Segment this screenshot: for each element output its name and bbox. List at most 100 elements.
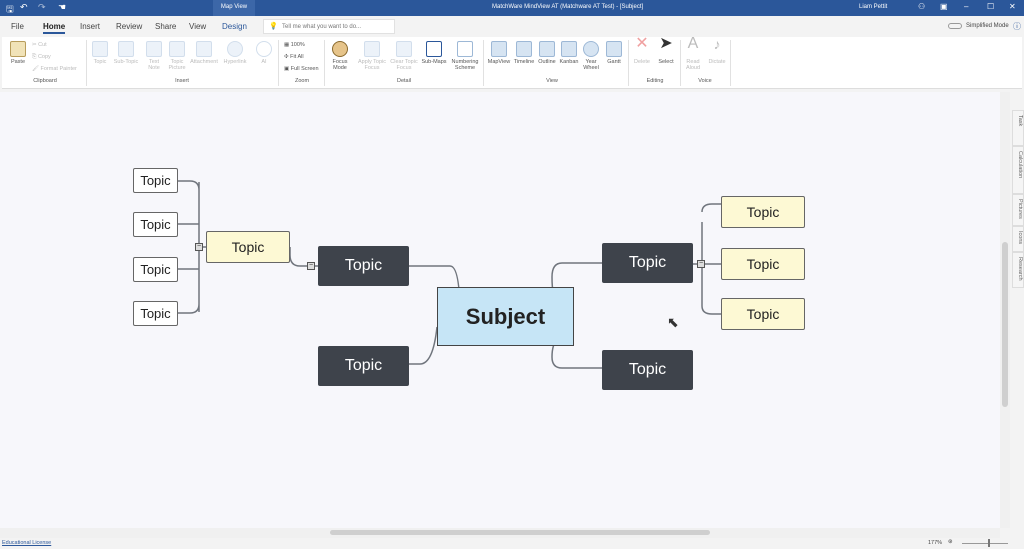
paste-button[interactable]: Paste	[8, 41, 28, 65]
redo-icon[interactable]: ↷	[38, 2, 46, 13]
tab-view[interactable]: View	[189, 22, 206, 31]
simplified-mode-label: Simplified Mode	[966, 23, 1009, 29]
dictate-button[interactable]: ♪ Dictate	[706, 36, 728, 65]
numbering-icon	[457, 41, 473, 57]
collapse-button[interactable]: −	[307, 262, 315, 270]
gantt-button[interactable]: Gantt	[603, 41, 625, 65]
group-insert: Insert	[175, 78, 189, 84]
text-note-button[interactable]: Text Note	[144, 41, 164, 71]
zoom-level: 177%	[928, 540, 943, 546]
year-wheel-button[interactable]: Year Wheel	[581, 41, 601, 71]
ribbon-display-icon[interactable]: ▣	[940, 2, 948, 11]
select-button[interactable]: ➤ Select	[655, 35, 677, 66]
license-link[interactable]: Educational License	[2, 540, 51, 546]
outline-button[interactable]: Outline	[536, 41, 558, 65]
read-aloud-button[interactable]: A Read Aloud	[682, 35, 704, 72]
group-zoom: Zoom	[294, 78, 310, 84]
globe-icon	[227, 41, 243, 57]
tab-file[interactable]: File	[11, 22, 24, 31]
delete-button[interactable]: ✕ Delete	[632, 36, 652, 66]
tab-home[interactable]: Home	[43, 22, 66, 34]
mapview-button[interactable]: MapView	[486, 41, 512, 65]
undo-icon[interactable]: ↶	[20, 2, 28, 13]
sub-maps-button[interactable]: Sub-Maps	[420, 41, 448, 65]
collapse-button[interactable]: −	[195, 243, 203, 251]
side-tab-task[interactable]: Task	[1012, 110, 1024, 146]
horizontal-scrollbar[interactable]	[0, 528, 1000, 538]
close-button[interactable]: ✕	[1009, 2, 1016, 11]
focus-mode-button[interactable]: Focus Mode	[328, 41, 352, 71]
user-name[interactable]: Liam Pettit	[859, 4, 887, 10]
attachment-button[interactable]: Attachment	[188, 41, 220, 65]
sub-topic-icon	[118, 41, 134, 57]
read-aloud-icon: A	[687, 35, 699, 52]
group-voice: Voice	[698, 78, 712, 84]
collapse-button[interactable]: −	[697, 260, 705, 268]
topic-picture-button[interactable]: Topic Picture	[167, 41, 187, 71]
subtopic[interactable]: Topic	[721, 248, 805, 280]
user-icon[interactable]: ⚇	[918, 2, 925, 11]
main-topic[interactable]: Topic	[602, 243, 693, 283]
full-screen-button[interactable]: ▣ Full Screen	[284, 66, 319, 72]
kanban-button[interactable]: Kanban	[558, 41, 580, 65]
dictate-icon: ♪	[713, 36, 721, 52]
group-view: View	[546, 78, 558, 84]
scroll-thumb[interactable]	[1002, 242, 1008, 407]
picture-icon	[169, 41, 185, 57]
timeline-button[interactable]: Timeline	[512, 41, 536, 65]
subtopic[interactable]: Topic	[206, 231, 290, 263]
tab-review[interactable]: Review	[116, 22, 142, 31]
topic-icon	[92, 41, 108, 57]
subtopic[interactable]: Topic	[721, 298, 805, 330]
side-tab-calculation[interactable]: Calculation	[1012, 146, 1024, 194]
leaf-topic[interactable]: Topic	[133, 168, 178, 193]
leaf-topic[interactable]: Topic	[133, 301, 178, 326]
tab-design[interactable]: Design	[222, 22, 247, 31]
touch-mode-icon[interactable]: ☚	[58, 2, 66, 13]
zoom-slider[interactable]	[962, 543, 1008, 544]
numbering-scheme-button[interactable]: Numbering Scheme	[449, 41, 481, 71]
hyperlink-button[interactable]: Hyperlink	[221, 41, 249, 65]
subtopic[interactable]: Topic	[721, 196, 805, 228]
main-topic[interactable]: Topic	[318, 346, 409, 386]
help-icon[interactable]: ⓘ	[1013, 21, 1021, 32]
attachment-icon	[196, 41, 212, 57]
maximize-button[interactable]: ☐	[987, 2, 994, 11]
format-painter-button[interactable]: 🖌 Format Painter	[32, 66, 77, 72]
ribbon: Paste ✂ Cut ⎘ Copy 🖌 Format Painter Clip…	[2, 35, 1022, 89]
cursor-icon: ➤	[659, 35, 673, 52]
map-canvas[interactable]: − − − Subject Topic Topic Topic Topic To…	[0, 92, 1000, 528]
tab-insert[interactable]: Insert	[80, 22, 100, 31]
tab-share[interactable]: Share	[155, 22, 176, 31]
window-title: MatchWare MindView AT (Matchware AT Test…	[492, 4, 644, 10]
scroll-thumb[interactable]	[330, 530, 710, 535]
copy-button[interactable]: ⎘ Copy	[32, 54, 51, 61]
timeline-icon	[516, 41, 532, 57]
leaf-topic[interactable]: Topic	[133, 212, 178, 237]
simplified-mode-toggle[interactable]	[948, 23, 962, 29]
ai-button[interactable]: AI	[255, 41, 273, 65]
focus-mode-icon	[332, 41, 348, 57]
main-topic[interactable]: Topic	[602, 350, 693, 390]
clear-topic-focus-button[interactable]: Clear Topic Focus	[388, 41, 420, 71]
side-tab-icons[interactable]: Icons	[1012, 226, 1024, 252]
leaf-topic[interactable]: Topic	[133, 257, 178, 282]
group-detail: Detail	[396, 78, 412, 84]
zoom-fit-icon[interactable]: ⊛	[948, 539, 953, 545]
minimize-button[interactable]: –	[964, 2, 968, 11]
side-tab-pictures[interactable]: Pictures	[1012, 194, 1024, 226]
sub-topic-button[interactable]: Sub-Topic	[112, 41, 140, 65]
lightbulb-icon: 💡	[269, 23, 278, 30]
clear-focus-icon	[396, 41, 412, 57]
tell-me-search[interactable]: Tell me what you want to do...	[263, 19, 395, 34]
central-topic[interactable]: Subject	[437, 287, 574, 346]
fit-all-button[interactable]: ✣ Fit All	[284, 54, 304, 60]
main-topic[interactable]: Topic	[318, 246, 409, 286]
side-tab-research[interactable]: Research	[1012, 252, 1024, 288]
vertical-scrollbar[interactable]	[1000, 92, 1010, 528]
zoom-100-button[interactable]: ▦ 100%	[284, 42, 305, 48]
topic-button[interactable]: Topic	[90, 41, 110, 65]
apply-topic-focus-button[interactable]: Apply Topic Focus	[356, 41, 388, 71]
zoom-slider-thumb[interactable]	[988, 539, 990, 547]
cut-button[interactable]: ✂ Cut	[32, 42, 47, 48]
